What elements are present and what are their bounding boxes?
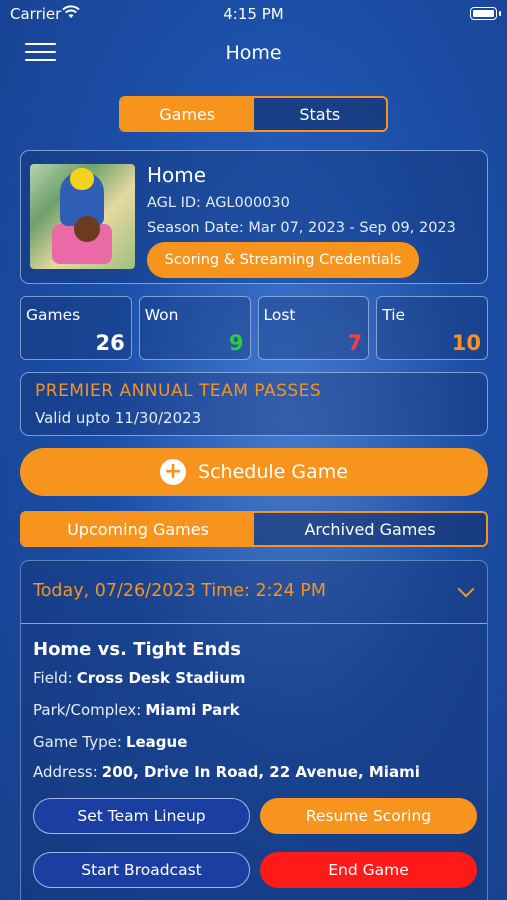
schedule-game-label: Schedule Game xyxy=(198,461,348,483)
games-stats-toggle: Games Stats xyxy=(119,96,388,132)
stat-value: 26 xyxy=(95,331,125,355)
team-agl-id: AGL ID: AGL000030 xyxy=(147,195,290,211)
tab-archived-games[interactable]: Archived Games xyxy=(254,513,486,545)
stat-tie: Tie 10 xyxy=(376,296,488,360)
field-label: Field: xyxy=(33,669,73,687)
stat-label: Games xyxy=(26,306,81,324)
scoring-credentials-button[interactable]: Scoring & Streaming Credentials xyxy=(147,242,419,278)
plus-icon: + xyxy=(160,459,187,485)
clock: 4:15 PM xyxy=(223,5,284,23)
game-park: Park/Complex: Miami Park xyxy=(33,701,240,719)
park-label: Park/Complex: xyxy=(33,701,142,719)
stat-games: Games 26 xyxy=(20,296,132,360)
type-value: League xyxy=(125,733,188,751)
pass-title: PREMIER ANNUAL TEAM PASSES xyxy=(35,381,322,401)
chevron-down-icon[interactable] xyxy=(457,580,475,598)
tab-upcoming-games[interactable]: Upcoming Games xyxy=(22,513,254,545)
battery-icon xyxy=(470,7,501,20)
address-label: Address: xyxy=(33,763,98,781)
stat-label: Lost xyxy=(263,306,296,324)
park-value: Miami Park xyxy=(145,701,240,719)
game-date-time[interactable]: Today, 07/26/2023 Time: 2:24 PM xyxy=(33,581,326,601)
start-broadcast-button[interactable]: Start Broadcast xyxy=(33,852,250,888)
team-card: Home AGL ID: AGL000030 Season Date: Mar … xyxy=(20,150,488,284)
team-pass-card[interactable]: PREMIER ANNUAL TEAM PASSES Valid upto 11… xyxy=(20,372,488,436)
stat-value: 9 xyxy=(228,331,244,355)
tab-stats[interactable]: Stats xyxy=(253,98,386,130)
set-team-lineup-button[interactable]: Set Team Lineup xyxy=(33,798,250,834)
stat-value: 7 xyxy=(347,331,363,355)
stat-lost: Lost 7 xyxy=(257,296,370,360)
team-name: Home xyxy=(147,163,207,187)
game-type: Game Type: League xyxy=(33,733,187,751)
team-season-date: Season Date: Mar 07, 2023 - Sep 09, 2023 xyxy=(147,220,456,236)
team-logo[interactable] xyxy=(30,164,135,269)
status-bar: Carrier 4:15 PM xyxy=(0,0,507,30)
stat-value: 10 xyxy=(451,331,481,355)
pass-validity: Valid upto 11/30/2023 xyxy=(35,409,202,427)
game-matchup: Home vs. Tight Ends xyxy=(33,639,241,660)
game-card: Today, 07/26/2023 Time: 2:24 PM Home vs.… xyxy=(20,560,488,900)
games-filter-toggle: Upcoming Games Archived Games xyxy=(20,511,488,547)
schedule-game-button[interactable]: + Schedule Game xyxy=(20,448,488,496)
stat-won: Won 9 xyxy=(138,296,251,360)
page-title: Home xyxy=(225,42,282,64)
field-value: Cross Desk Stadium xyxy=(76,669,246,687)
resume-scoring-button[interactable]: Resume Scoring xyxy=(260,798,477,834)
tab-games[interactable]: Games xyxy=(121,98,254,130)
divider xyxy=(21,623,487,624)
game-field: Field: Cross Desk Stadium xyxy=(33,669,246,687)
end-game-button[interactable]: End Game xyxy=(260,852,477,888)
game-address: Address: 200, Drive In Road, 22 Avenue, M… xyxy=(33,763,420,781)
stat-label: Tie xyxy=(382,306,406,324)
address-value: 200, Drive In Road, 22 Avenue, Miami xyxy=(101,763,420,781)
stat-label: Won xyxy=(144,306,179,324)
type-label: Game Type: xyxy=(33,733,122,751)
team-stats-row: Games 26 Won 9 Lost 7 Tie 10 xyxy=(20,296,488,360)
